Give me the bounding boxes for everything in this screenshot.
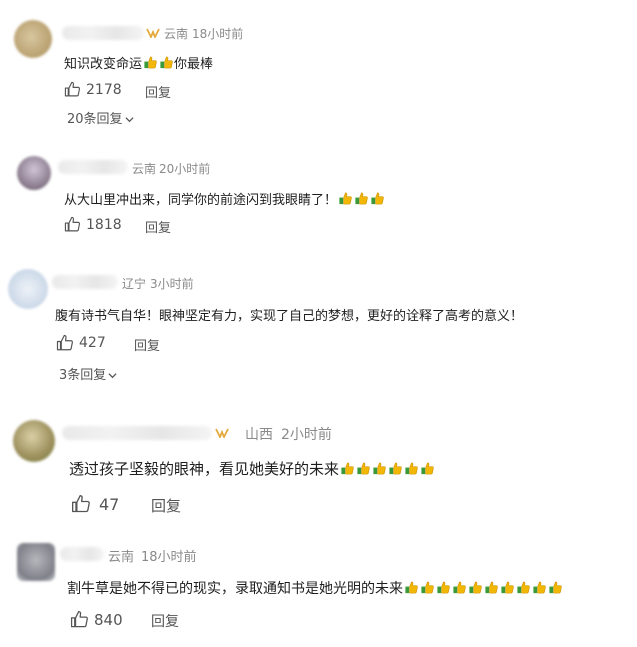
username[interactable] — [58, 160, 128, 174]
thumbs-up-icon — [70, 610, 88, 628]
thumbs-up-emoji — [437, 581, 450, 594]
thumbs-up-emoji-group — [403, 581, 563, 597]
comment-text: 透过孩子坚毅的眼神，看见她美好的未来 — [69, 458, 435, 479]
reply-button[interactable]: 回复 — [151, 495, 181, 516]
thumbs-up-emoji — [549, 581, 562, 594]
reply-button[interactable]: 回复 — [145, 217, 171, 236]
chevron-down-icon — [108, 373, 117, 379]
like-button[interactable]: 427 — [56, 334, 106, 352]
reply-button[interactable]: 回复 — [145, 82, 171, 101]
thumbs-up-emoji — [339, 192, 352, 205]
chevron-down-icon — [125, 117, 134, 123]
thumbs-up-emoji — [341, 462, 354, 475]
thumbs-up-emoji-group — [142, 56, 174, 72]
avatar[interactable] — [8, 269, 48, 309]
thumbs-up-emoji — [371, 192, 384, 205]
vip-badge-icon — [215, 428, 229, 438]
like-button[interactable]: 840 — [70, 610, 123, 629]
thumbs-up-emoji — [453, 581, 466, 594]
timestamp: 2小时前 — [281, 427, 332, 443]
thumbs-up-emoji — [144, 56, 157, 69]
username[interactable] — [52, 275, 118, 289]
view-replies-link[interactable]: 20条回复 — [67, 108, 134, 127]
username[interactable] — [62, 426, 212, 440]
thumbs-up-icon — [64, 81, 81, 97]
comment-text: 割牛草是她不得已的现实，录取通知书是她光明的未来 — [67, 578, 563, 598]
vip-badge-icon — [146, 28, 160, 38]
thumbs-up-emoji — [485, 581, 498, 594]
avatar[interactable] — [17, 156, 51, 190]
avatar[interactable] — [13, 420, 55, 462]
location: 云南 — [108, 550, 135, 565]
like-count: 1818 — [86, 216, 122, 233]
like-count: 427 — [79, 335, 106, 351]
thumbs-up-icon — [56, 334, 73, 351]
thumbs-up-emoji — [357, 462, 370, 475]
thumbs-up-emoji — [517, 581, 530, 594]
thumbs-up-icon — [64, 216, 81, 232]
thumbs-up-emoji-group — [339, 460, 435, 478]
location: 辽宁 — [122, 277, 147, 291]
location: 山西 — [245, 427, 273, 443]
thumbs-up-emoji — [373, 462, 386, 475]
thumbs-up-emoji — [533, 581, 546, 594]
comment-text: 知识改变命运 你最棒 — [64, 56, 214, 72]
thumbs-up-emoji — [421, 462, 434, 475]
reply-button[interactable]: 回复 — [151, 611, 179, 631]
timestamp: 20小时前 — [159, 162, 211, 176]
location: 云南 — [164, 27, 189, 41]
location: 云南 — [132, 162, 157, 176]
avatar[interactable] — [17, 543, 55, 581]
thumbs-up-emoji — [469, 581, 482, 594]
thumbs-up-emoji — [160, 56, 173, 69]
avatar[interactable] — [14, 20, 52, 58]
like-count: 840 — [94, 610, 123, 629]
username[interactable] — [62, 26, 144, 40]
like-button[interactable]: 2178 — [64, 81, 122, 98]
thumbs-up-emoji — [421, 581, 434, 594]
thumbs-up-emoji — [355, 192, 368, 205]
like-button[interactable]: 47 — [71, 494, 119, 514]
thumbs-up-emoji — [501, 581, 514, 594]
comment-text: 腹有诗书气自华！眼神坚定有力，实现了自己的梦想，更好的诠释了高考的意义！ — [55, 309, 524, 324]
reply-button[interactable]: 回复 — [134, 335, 160, 354]
comment-text: 从大山里冲出来，同学你的前途闪到我眼睛了！ — [64, 189, 385, 208]
timestamp: 18小时前 — [192, 27, 244, 41]
thumbs-up-emoji — [405, 581, 418, 594]
like-count: 2178 — [86, 81, 122, 98]
view-replies-link[interactable]: 3条回复 — [59, 364, 117, 383]
username[interactable] — [60, 547, 104, 561]
thumbs-up-emoji — [389, 462, 402, 475]
like-button[interactable]: 1818 — [64, 216, 122, 233]
timestamp: 3小时前 — [150, 277, 194, 291]
thumbs-up-emoji — [405, 462, 418, 475]
thumbs-up-emoji-group — [337, 192, 385, 208]
timestamp: 18小时前 — [141, 550, 197, 565]
thumbs-up-icon — [72, 495, 90, 513]
like-count: 47 — [99, 494, 120, 514]
